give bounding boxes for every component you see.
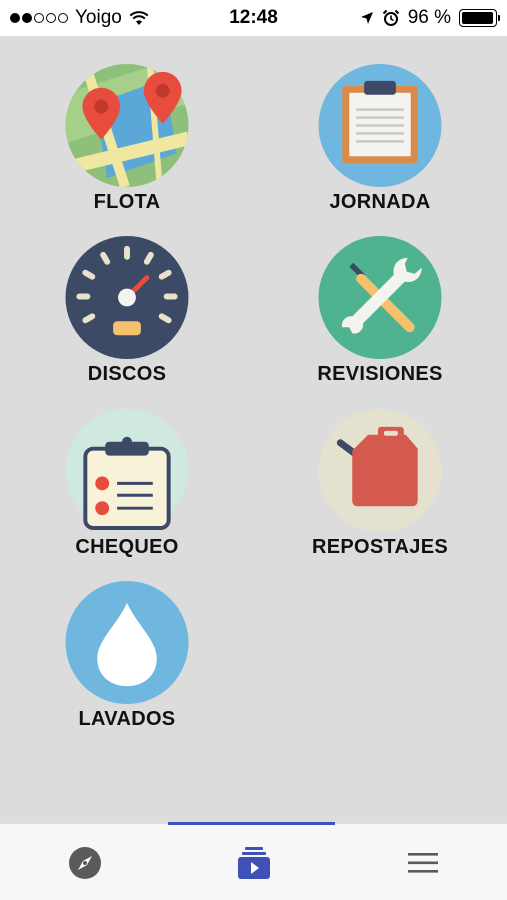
fuel-can-icon bbox=[318, 409, 442, 532]
menu-item-chequeo[interactable]: CHEQUEO bbox=[27, 409, 227, 559]
alarm-clock-icon bbox=[382, 9, 399, 26]
compass-icon bbox=[68, 846, 101, 879]
tab-explore[interactable] bbox=[0, 824, 169, 900]
menu-item-label: REVISIONES bbox=[317, 363, 443, 385]
menu-item-label: JORNADA bbox=[329, 191, 431, 213]
menu-item-jornada[interactable]: JORNADA bbox=[280, 64, 480, 214]
menu-item-label: REPOSTAJES bbox=[312, 536, 448, 558]
wrench-screwdriver-icon bbox=[318, 236, 442, 359]
water-drop-icon bbox=[65, 581, 189, 704]
battery-icon bbox=[459, 9, 500, 27]
checklist-icon bbox=[65, 409, 189, 532]
menu-item-revisiones[interactable]: REVISIONES bbox=[280, 236, 480, 386]
status-right: 96 % bbox=[360, 7, 500, 29]
hamburger-menu-icon bbox=[407, 852, 438, 873]
media-stack-icon bbox=[237, 846, 270, 879]
menu-item-repostajes[interactable]: REPOSTAJES bbox=[280, 409, 480, 559]
tab-menu[interactable] bbox=[338, 824, 507, 900]
clipboard-icon bbox=[318, 64, 442, 187]
status-bar: Yoigo 12:48 96 % bbox=[0, 0, 507, 36]
menu-item-label: CHEQUEO bbox=[75, 536, 179, 558]
menu-item-label: FLOTA bbox=[93, 191, 161, 213]
menu-item-label: DISCOS bbox=[87, 363, 167, 385]
menu-item-lavados[interactable]: LAVADOS bbox=[27, 581, 227, 731]
menu-item-label: LAVADOS bbox=[78, 708, 176, 730]
tab-media[interactable] bbox=[169, 824, 338, 900]
location-arrow-icon bbox=[360, 12, 373, 24]
map-pin-icon bbox=[65, 64, 189, 187]
battery-percent: 96 % bbox=[407, 7, 451, 28]
menu-item-discos[interactable]: DISCOS bbox=[27, 236, 227, 386]
menu-item-flota[interactable]: FLOTA bbox=[27, 64, 227, 214]
tab-bar bbox=[0, 822, 507, 900]
speedometer-icon bbox=[65, 236, 189, 359]
